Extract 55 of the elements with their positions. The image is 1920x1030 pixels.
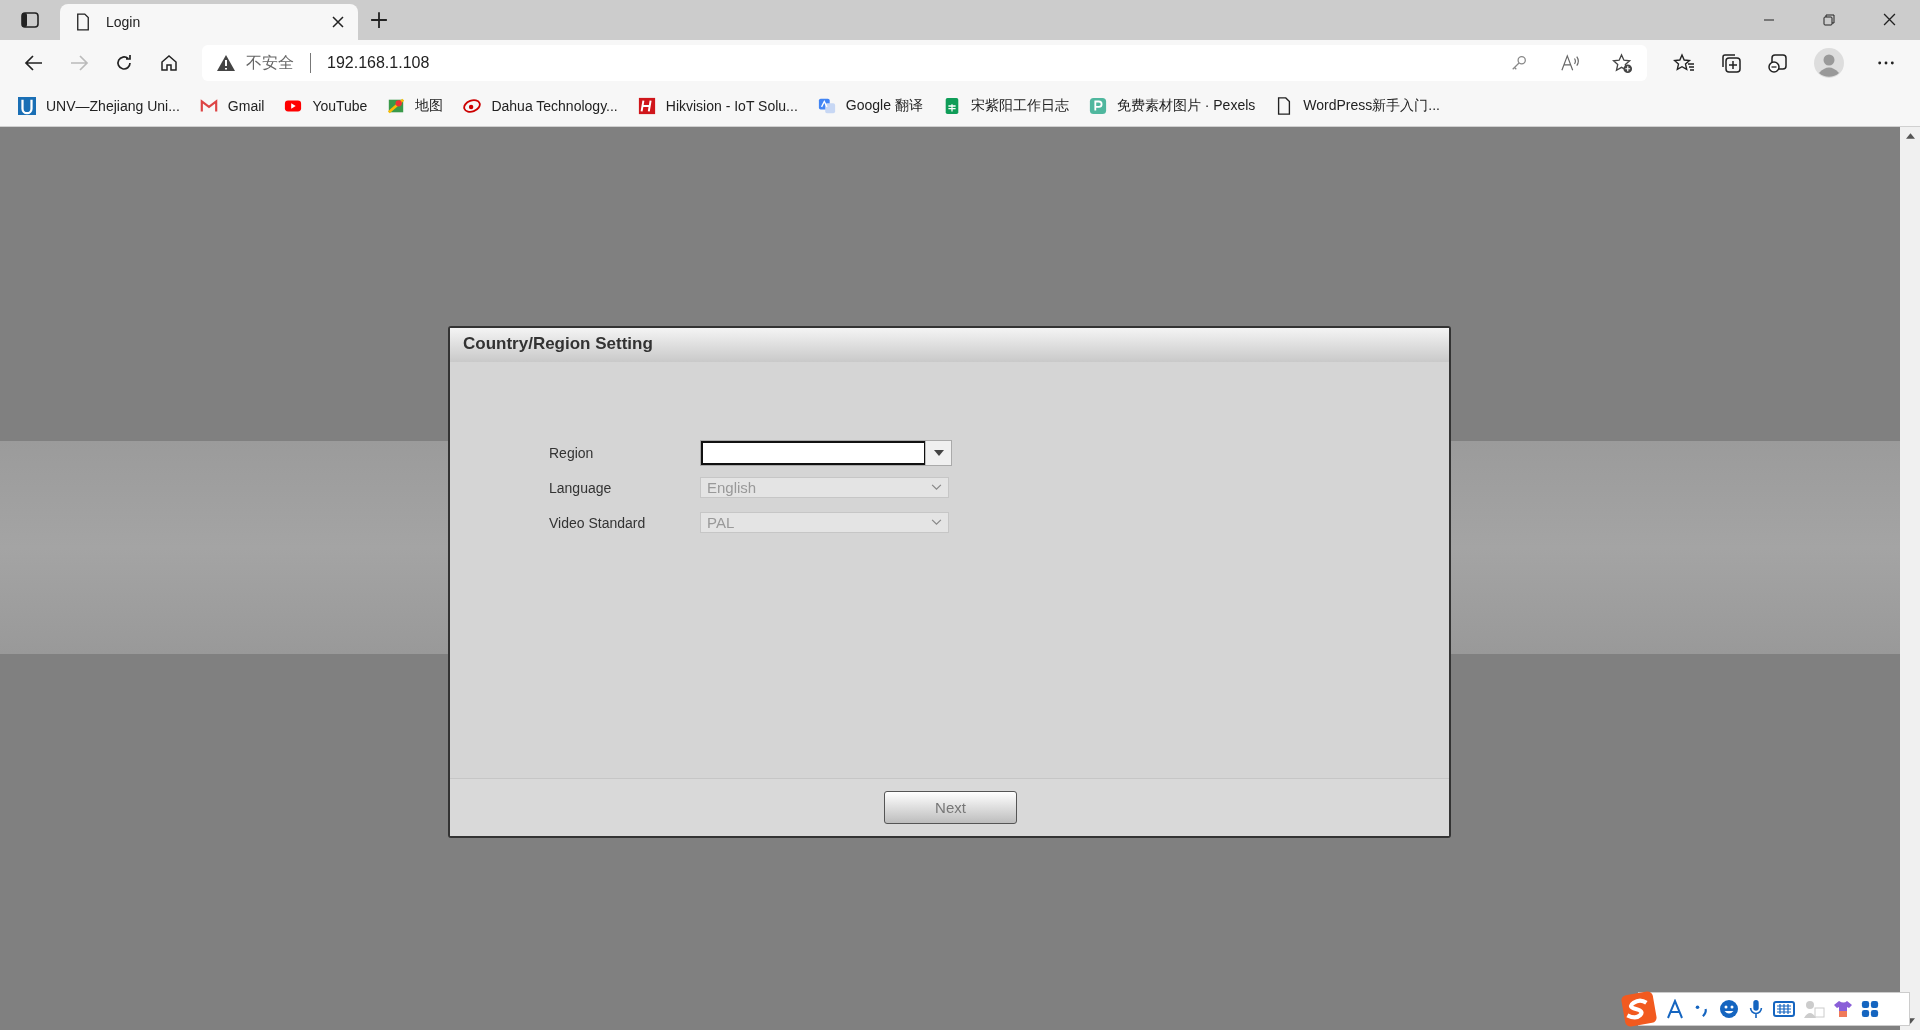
- swoosh-logo-icon: [463, 97, 482, 115]
- bookmark-item[interactable]: Dahua Technology...: [463, 97, 618, 115]
- close-icon[interactable]: [332, 16, 344, 28]
- home-icon[interactable]: [159, 53, 179, 73]
- scrollbar[interactable]: [1900, 127, 1920, 1030]
- scroll-up-icon[interactable]: [1905, 133, 1915, 139]
- tab-actions-icon[interactable]: [20, 10, 40, 30]
- dialog-title: Country/Region Setting: [450, 328, 1449, 362]
- new-tab-icon[interactable]: [370, 11, 388, 29]
- map-icon: [387, 97, 406, 115]
- back-icon[interactable]: [24, 53, 44, 73]
- bookmark-item[interactable]: Google 翻译: [817, 97, 923, 115]
- more-icon[interactable]: [1877, 60, 1895, 66]
- add-favorite-icon[interactable]: [1612, 52, 1633, 74]
- combo-field[interactable]: [700, 439, 952, 466]
- address-bar[interactable]: 不安全 192.168.1.108: [202, 45, 1647, 81]
- restore-icon[interactable]: [1823, 14, 1835, 26]
- microphone-icon[interactable]: [1747, 999, 1765, 1019]
- emoji-icon[interactable]: [1719, 999, 1739, 1019]
- shirt-icon[interactable]: [1833, 999, 1853, 1019]
- bookmark-item[interactable]: WordPress新手入门...: [1275, 97, 1440, 115]
- collections-icon[interactable]: [1720, 52, 1742, 74]
- bookmark-item[interactable]: Gmail: [199, 97, 265, 115]
- reload-icon[interactable]: [114, 53, 134, 73]
- browser-tab[interactable]: Login: [60, 4, 358, 40]
- bookmark-item[interactable]: 免费素材图片 · Pexels: [1088, 97, 1256, 115]
- field-label: Region: [549, 444, 595, 461]
- bookmark-item[interactable]: UNV—Zhejiang Uni...: [18, 97, 180, 115]
- bookmark-item[interactable]: YouTube: [284, 97, 368, 115]
- h-logo-icon: [637, 97, 656, 115]
- profile-avatar-icon[interactable]: [1814, 48, 1844, 78]
- favorites-icon[interactable]: [1673, 53, 1695, 73]
- warning-icon: [216, 54, 236, 72]
- chevron-icon: [931, 484, 942, 491]
- page-icon: [76, 13, 90, 31]
- chevron-icon: [931, 519, 942, 526]
- security-label: 不安全: [246, 52, 294, 73]
- url-text: 192.168.1.108: [327, 54, 430, 72]
- key-icon[interactable]: [1510, 54, 1528, 72]
- letter-a-icon[interactable]: [1665, 999, 1685, 1019]
- p-logo-icon: [1088, 97, 1107, 115]
- u-logo-icon: [18, 97, 36, 115]
- field-label: Video Standard: [549, 514, 647, 531]
- caret-icon: [933, 449, 944, 456]
- grid-icon[interactable]: [1861, 1000, 1879, 1018]
- ie-mode-icon[interactable]: [1767, 52, 1789, 74]
- s-logo-icon[interactable]: [1621, 991, 1657, 1027]
- bookmark-item[interactable]: 宋紫阳工作日志: [942, 97, 1069, 115]
- bookmark-item[interactable]: Hikvision - IoT Solu...: [637, 97, 798, 115]
- bookmark-item[interactable]: 地图: [387, 97, 444, 115]
- keyboard-icon[interactable]: [1773, 1000, 1795, 1018]
- read-aloud-icon[interactable]: [1560, 54, 1580, 72]
- translate-icon: [817, 97, 836, 115]
- field-label: Language: [549, 479, 613, 496]
- close-icon[interactable]: [1883, 13, 1896, 26]
